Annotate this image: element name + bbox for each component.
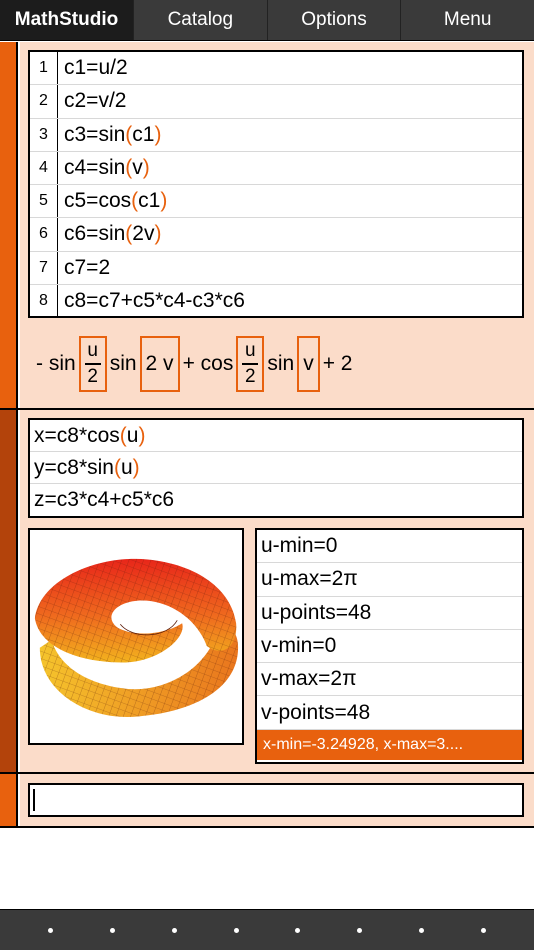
param-line[interactable]: v-max=2π <box>257 663 522 697</box>
fraction: u2 <box>242 340 259 388</box>
param-line[interactable]: u-points=48 <box>257 597 522 630</box>
tab-catalog[interactable]: Catalog <box>134 0 268 40</box>
param-line[interactable]: v-min=0 <box>257 630 522 664</box>
line-text: c8=c7+c5*c4-c3*c6 <box>64 289 245 313</box>
line-text: c4=sin(v) <box>64 155 150 179</box>
cell-gutter[interactable] <box>0 410 18 772</box>
surface-plot-graphic <box>34 558 239 718</box>
param-line[interactable]: u-min=0 <box>257 530 522 564</box>
tab-mathstudio[interactable]: MathStudio <box>0 0 134 40</box>
page-dot[interactable] <box>171 927 177 933</box>
equation-line[interactable]: z=c3*c4+c5*c6 <box>30 484 522 516</box>
cell-body: 1 c1=u/2 2 c2=v/2 3 c3=sin(c1) 4 c4=sin(v) 5… <box>20 42 534 408</box>
param-line[interactable]: u-max=2π <box>257 563 522 597</box>
top-nav-bar: MathStudio Catalog Options Menu <box>0 0 534 41</box>
line-number: 6 <box>30 218 58 251</box>
line-number: 2 <box>30 85 58 118</box>
line-text: c2=v/2 <box>64 89 127 113</box>
code-line[interactable]: 3 c3=sin(c1) <box>30 118 522 152</box>
line-number: 5 <box>30 185 58 218</box>
result-term: sin <box>109 352 137 375</box>
equation-editor[interactable]: x=c8*cos(u) y=c8*sin(u) z=c3*c4+c5*c6 <box>28 418 524 518</box>
code-line[interactable]: 8 c8=c7+c5*c4-c3*c6 <box>30 284 522 318</box>
line-number: 8 <box>30 284 58 318</box>
result-term: + cos <box>182 352 234 375</box>
line-number: 4 <box>30 151 58 184</box>
page-dot[interactable] <box>48 927 54 933</box>
equation-line[interactable]: x=c8*cos(u) <box>30 420 522 452</box>
page-dot[interactable] <box>233 927 239 933</box>
result-bracket: u2 <box>78 336 107 392</box>
line-text: c1=u/2 <box>64 56 128 80</box>
expression-input[interactable] <box>28 783 524 817</box>
code-line[interactable]: 6 c6=sin(2v) <box>30 218 522 252</box>
page-dot[interactable] <box>480 927 486 933</box>
tab-menu[interactable]: Menu <box>401 0 534 40</box>
line-number: 7 <box>30 251 58 284</box>
plot-cell: x=c8*cos(u) y=c8*sin(u) z=c3*c4+c5*c6 u-… <box>0 410 534 774</box>
input-cell <box>0 774 534 828</box>
result-bracket: v <box>297 336 320 392</box>
page-dot[interactable] <box>357 927 363 933</box>
result-bracket: 2 v <box>139 336 180 392</box>
code-line[interactable]: 7 c7=2 <box>30 251 522 285</box>
code-line[interactable]: 2 c2=v/2 <box>30 85 522 119</box>
line-text: c5=cos(c1) <box>64 189 168 213</box>
param-line[interactable]: v-points=48 <box>257 696 522 730</box>
code-cell: 1 c1=u/2 2 c2=v/2 3 c3=sin(c1) 4 c4=sin(v) 5… <box>0 42 534 410</box>
result-term: sin <box>267 352 295 375</box>
plot-parameters[interactable]: u-min=0 u-max=2π u-points=48 v-min=0 v-m… <box>255 528 524 764</box>
plot-range-status: x-min=-3.24928, x-max=3.... <box>257 729 522 760</box>
result-bracket: u2 <box>236 336 265 392</box>
code-line[interactable]: 5 c5=cos(c1) <box>30 185 522 219</box>
code-editor[interactable]: 1 c1=u/2 2 c2=v/2 3 c3=sin(c1) 4 c4=sin(v) 5… <box>28 50 524 318</box>
fraction: u2 <box>84 340 101 388</box>
line-text: c3=sin(c1) <box>64 122 162 146</box>
bottom-keyboard-bar <box>0 909 534 950</box>
code-line[interactable]: 4 c4=sin(v) <box>30 151 522 185</box>
equation-line[interactable]: y=c8*sin(u) <box>30 452 522 484</box>
page-dot[interactable] <box>418 927 424 933</box>
result-term: - sin <box>36 352 76 375</box>
math-result[interactable]: - sin u2 sin 2 v + cos u2 sin v + 2 <box>36 332 352 396</box>
cell-body: x=c8*cos(u) y=c8*sin(u) z=c3*c4+c5*c6 u-… <box>20 410 534 772</box>
tab-options[interactable]: Options <box>268 0 402 40</box>
page-dot[interactable] <box>110 927 116 933</box>
text-caret <box>33 789 35 811</box>
surface-plot[interactable] <box>28 528 244 745</box>
cell-gutter[interactable] <box>0 774 18 826</box>
code-line[interactable]: 1 c1=u/2 <box>30 52 522 86</box>
line-text: c6=sin(2v) <box>64 222 162 246</box>
line-text: c7=2 <box>64 255 111 279</box>
line-number: 1 <box>30 52 58 85</box>
cell-body <box>20 774 534 826</box>
line-number: 3 <box>30 118 58 151</box>
cell-gutter[interactable] <box>0 42 18 408</box>
page-dot[interactable] <box>295 927 301 933</box>
result-term: + 2 <box>322 352 353 375</box>
